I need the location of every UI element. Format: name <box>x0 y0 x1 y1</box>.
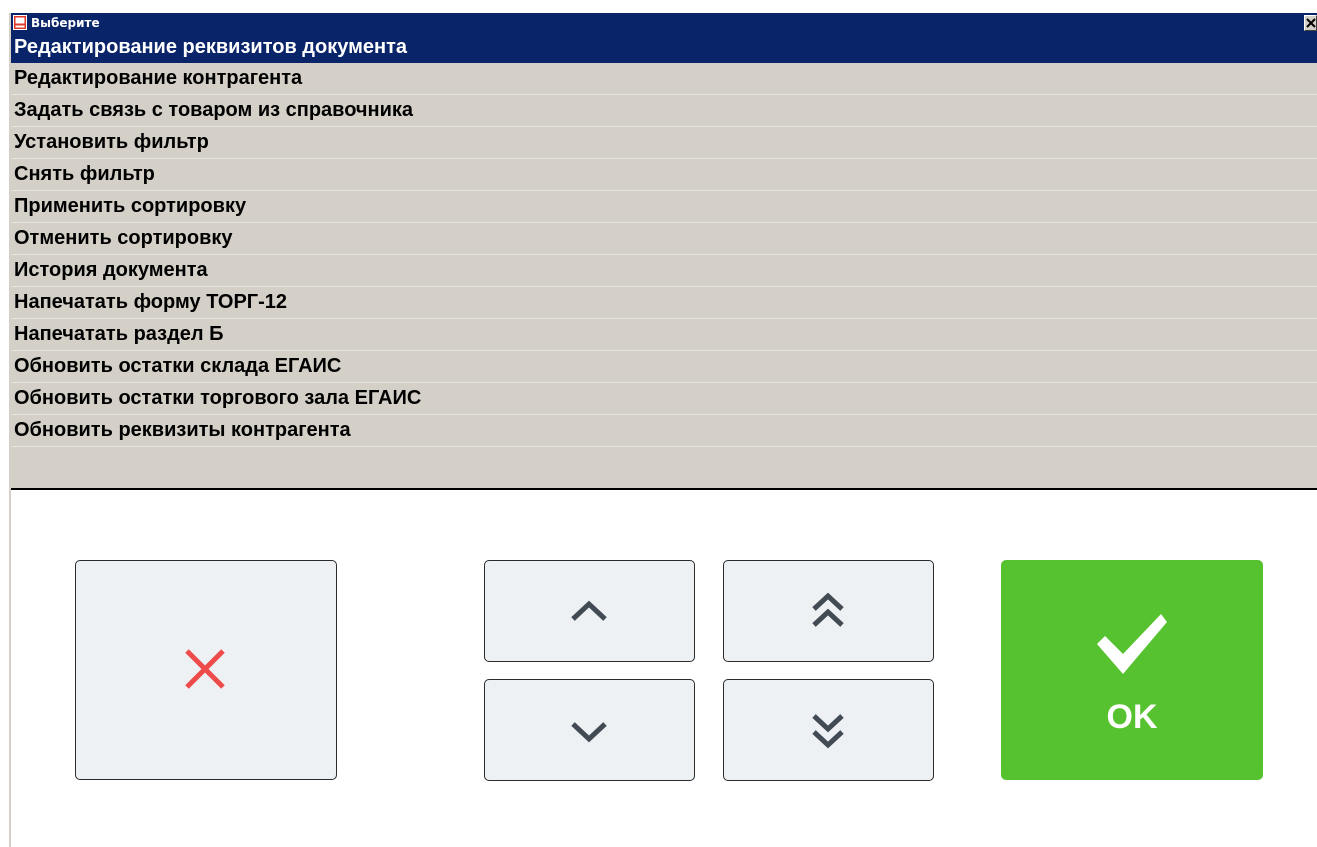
ok-label: OK <box>1106 698 1158 736</box>
title-bar: Выберите <box>11 13 1317 33</box>
double-chevron-down-icon <box>812 714 844 749</box>
list-item[interactable]: Напечатать раздел Б <box>11 319 1317 351</box>
page-down-button[interactable] <box>723 679 934 781</box>
list-item[interactable]: Обновить остатки склада ЕГАИС <box>11 351 1317 383</box>
list-item[interactable]: История документа <box>11 255 1317 287</box>
app-window-icon <box>13 15 27 30</box>
ok-button[interactable]: OK <box>1001 560 1263 780</box>
close-button[interactable] <box>1304 15 1317 31</box>
list-item[interactable]: Снять фильтр <box>11 159 1317 191</box>
double-chevron-up-icon <box>812 592 844 627</box>
list-item[interactable]: Напечатать форму ТОРГ-12 <box>11 287 1317 319</box>
cancel-x-icon <box>185 649 225 689</box>
close-icon <box>1306 18 1316 28</box>
chevron-down-icon <box>571 722 607 743</box>
scroll-down-button[interactable] <box>484 679 695 781</box>
window-title: Выберите <box>31 16 100 30</box>
chevron-up-icon <box>571 600 607 621</box>
list-item[interactable]: Редактирование реквизитов документа <box>11 33 1317 63</box>
list-item[interactable]: Установить фильтр <box>11 127 1317 159</box>
list-item[interactable]: Применить сортировку <box>11 191 1317 223</box>
list-item[interactable]: Задать связь с товаром из справочника <box>11 95 1317 127</box>
list-item[interactable]: Отменить сортировку <box>11 223 1317 255</box>
scroll-up-button[interactable] <box>484 560 695 662</box>
list-item[interactable]: Обновить остатки торгового зала ЕГАИС <box>11 383 1317 415</box>
checkmark-icon <box>1097 614 1167 674</box>
page-up-button[interactable] <box>723 560 934 662</box>
cancel-button[interactable] <box>75 560 337 780</box>
action-list[interactable]: Редактирование реквизитов документа Реда… <box>11 33 1317 490</box>
list-item[interactable]: Обновить реквизиты контрагента <box>11 415 1317 447</box>
list-item[interactable]: Редактирование контрагента <box>11 63 1317 95</box>
